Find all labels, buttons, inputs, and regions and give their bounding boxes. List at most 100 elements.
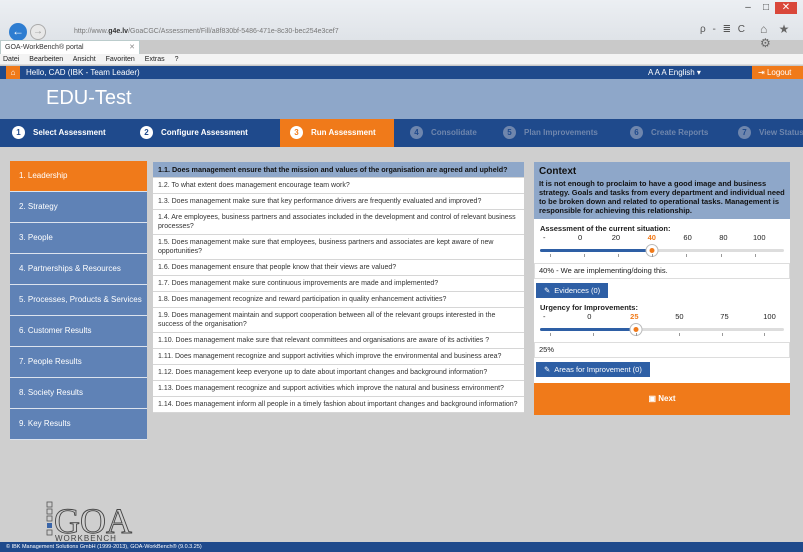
slider-tick-mark xyxy=(652,254,654,257)
slider-tick-label: 75 xyxy=(720,312,729,321)
step-select-assessment[interactable]: 1 Select Assessment xyxy=(12,119,136,147)
assessment-ticks: - 0 20 40 60 80 100 xyxy=(534,233,790,243)
slider-tick-mark xyxy=(721,333,723,336)
question-item[interactable]: 1.6. Does management ensure that people … xyxy=(153,260,524,276)
sidebar-item-leadership[interactable]: 1. Leadership xyxy=(10,161,147,192)
slider-tick-label: 40 xyxy=(647,233,656,242)
language-select[interactable]: A A A English ▾ xyxy=(648,66,701,79)
question-item[interactable]: 1.1. Does management ensure that the mis… xyxy=(153,162,524,178)
assessment-label: Assessment of the current situation: xyxy=(540,224,671,233)
home-icon[interactable]: ⌂ xyxy=(6,66,20,79)
sidebar-item-people-results[interactable]: 7. People Results xyxy=(10,347,147,378)
menu-datei[interactable]: Datei xyxy=(3,56,19,63)
slider-tick-mark xyxy=(549,333,551,336)
goa-workbench-logo: GOA WORKBENCH xyxy=(46,501,132,542)
question-item[interactable]: 1.7. Does management make sure continuou… xyxy=(153,276,524,292)
sidebar-item-partnerships[interactable]: 4. Partnerships & Resources xyxy=(10,254,147,285)
menu-bearbeiten[interactable]: Bearbeiten xyxy=(29,56,63,63)
assessment-slider[interactable] xyxy=(540,243,784,259)
step-number: 4 xyxy=(410,126,423,140)
step-label: Create Reports xyxy=(651,128,709,137)
step-label: Consolidate xyxy=(431,128,477,137)
context-text: It is not enough to proclaim to have a g… xyxy=(539,179,785,215)
urgency-slider[interactable] xyxy=(540,322,784,338)
areas-label: Areas for Improvement (0) xyxy=(554,365,642,374)
hello-user: Hello, CAD (IBK - Team Leader) xyxy=(26,68,140,77)
question-item[interactable]: 1.13. Does management recognize and supp… xyxy=(153,381,524,397)
sidebar-item-key-results[interactable]: 9. Key Results xyxy=(10,409,147,440)
sidebar-item-processes[interactable]: 5. Processes, Products & Services xyxy=(10,285,147,316)
question-item[interactable]: 1.4. Are employees, business partners an… xyxy=(153,210,524,235)
slider-tick-label: 60 xyxy=(683,233,692,242)
url-domain: g4e.lv xyxy=(108,28,129,35)
areas-for-improvement-button[interactable]: ✎ Areas for Improvement (0) xyxy=(536,362,650,377)
logout-button[interactable]: ⇥ Logout xyxy=(752,66,803,79)
menu-ansicht[interactable]: Ansicht xyxy=(73,56,96,63)
tab-close-icon[interactable]: ✕ xyxy=(129,41,135,54)
slider-tick-mark xyxy=(635,333,637,336)
browser-tab[interactable]: GOA-WorkBench® portal ✕ xyxy=(0,40,140,54)
next-label: Next xyxy=(658,394,676,403)
question-item[interactable]: 1.5. Does management make sure that empl… xyxy=(153,235,524,260)
forward-arrow-icon[interactable]: → xyxy=(30,24,46,40)
step-run-assessment[interactable]: 3 Run Assessment xyxy=(280,119,394,147)
pencil-icon: ✎ xyxy=(544,365,551,374)
sidebar-item-customer-results[interactable]: 6. Customer Results xyxy=(10,316,147,347)
slider-tick-label: 0 xyxy=(577,233,583,242)
maximize-icon[interactable]: □ xyxy=(757,2,775,14)
home-star-gear-icon[interactable]: ⌂ ★ ⚙ xyxy=(760,22,803,50)
url-prefix: http://www. xyxy=(74,28,109,35)
urgency-value: 25% xyxy=(534,342,790,358)
step-view-status: 7 View Status xyxy=(738,119,803,147)
menu-extras[interactable]: Extras xyxy=(145,56,165,63)
step-label: Plan Improvements xyxy=(524,128,598,137)
question-item[interactable]: 1.3. Does management make sure that key … xyxy=(153,194,524,210)
address-bar[interactable]: http://www.g4e.lv/GoaCGC/Assessment/Fill… xyxy=(52,24,612,40)
question-item[interactable]: 1.14. Does management inform all people … xyxy=(153,397,524,413)
sidebar-item-people[interactable]: 3. People xyxy=(10,223,147,254)
urgency-label: Urgency for Improvements: xyxy=(540,303,638,312)
evidences-button[interactable]: ✎ Evidences (0) xyxy=(536,283,609,298)
window-controls: – □ ✕ xyxy=(739,2,797,14)
main-area: 1. Leadership 2. Strategy 3. People 4. P… xyxy=(0,147,803,542)
slider-tick-label: 100 xyxy=(763,312,776,321)
slider-tick-mark xyxy=(583,254,585,257)
slider-tick-label: - xyxy=(542,312,546,321)
question-item[interactable]: 1.8. Does management recognize and rewar… xyxy=(153,292,524,308)
slider-tick-label: 25 xyxy=(630,312,639,321)
step-number: 7 xyxy=(738,126,751,140)
close-icon[interactable]: ✕ xyxy=(775,2,797,14)
logo-squares xyxy=(46,501,53,536)
slider-tick-mark xyxy=(686,254,688,257)
step-number: 3 xyxy=(290,126,303,140)
app-bar: ⌂ Hello, CAD (IBK - Team Leader) A A A E… xyxy=(0,66,803,79)
pencil-icon: ✎ xyxy=(544,286,551,295)
sidebar-item-strategy[interactable]: 2. Strategy xyxy=(10,192,147,223)
footer: © IBK Management Solutions GmbH (1999-20… xyxy=(0,542,803,552)
logo-sub: WORKBENCH xyxy=(55,534,117,542)
question-item[interactable]: 1.9. Does management maintain and suppor… xyxy=(153,308,524,333)
minimize-icon[interactable]: – xyxy=(739,2,757,14)
sidebar-item-society-results[interactable]: 8. Society Results xyxy=(10,378,147,409)
menu-help[interactable]: ? xyxy=(175,56,179,63)
tab-title: GOA-WorkBench® portal xyxy=(5,44,84,51)
slider-tick-mark xyxy=(754,254,756,257)
menu-favoriten[interactable]: Favoriten xyxy=(106,56,135,63)
slider-fill xyxy=(540,249,653,252)
step-consolidate: 4 Consolidate xyxy=(410,119,498,147)
step-number: 6 xyxy=(630,126,643,140)
slider-fill xyxy=(540,328,636,331)
question-item[interactable]: 1.10. Does management make sure that rel… xyxy=(153,333,524,349)
question-item[interactable]: 1.12. Does management keep everyone up t… xyxy=(153,365,524,381)
wizard-steps: 1 Select Assessment 2 Configure Assessment… xyxy=(0,119,803,147)
question-item[interactable]: 1.2. To what extent does management enco… xyxy=(153,178,524,194)
question-item[interactable]: 1.11. Does management recognize and supp… xyxy=(153,349,524,365)
back-arrow-icon[interactable]: ← xyxy=(9,23,27,41)
step-plan-improvements: 5 Plan Improvements xyxy=(503,119,625,147)
page-header: EDU-Test xyxy=(0,79,803,119)
next-button[interactable]: ▣ Next xyxy=(534,383,790,415)
slider-tick-mark xyxy=(764,333,766,336)
address-tools[interactable]: ρ - ≣ C xyxy=(700,24,747,35)
urgency-ticks: - 0 25 50 75 100 xyxy=(534,312,790,322)
step-configure-assessment[interactable]: 2 Configure Assessment xyxy=(140,119,272,147)
